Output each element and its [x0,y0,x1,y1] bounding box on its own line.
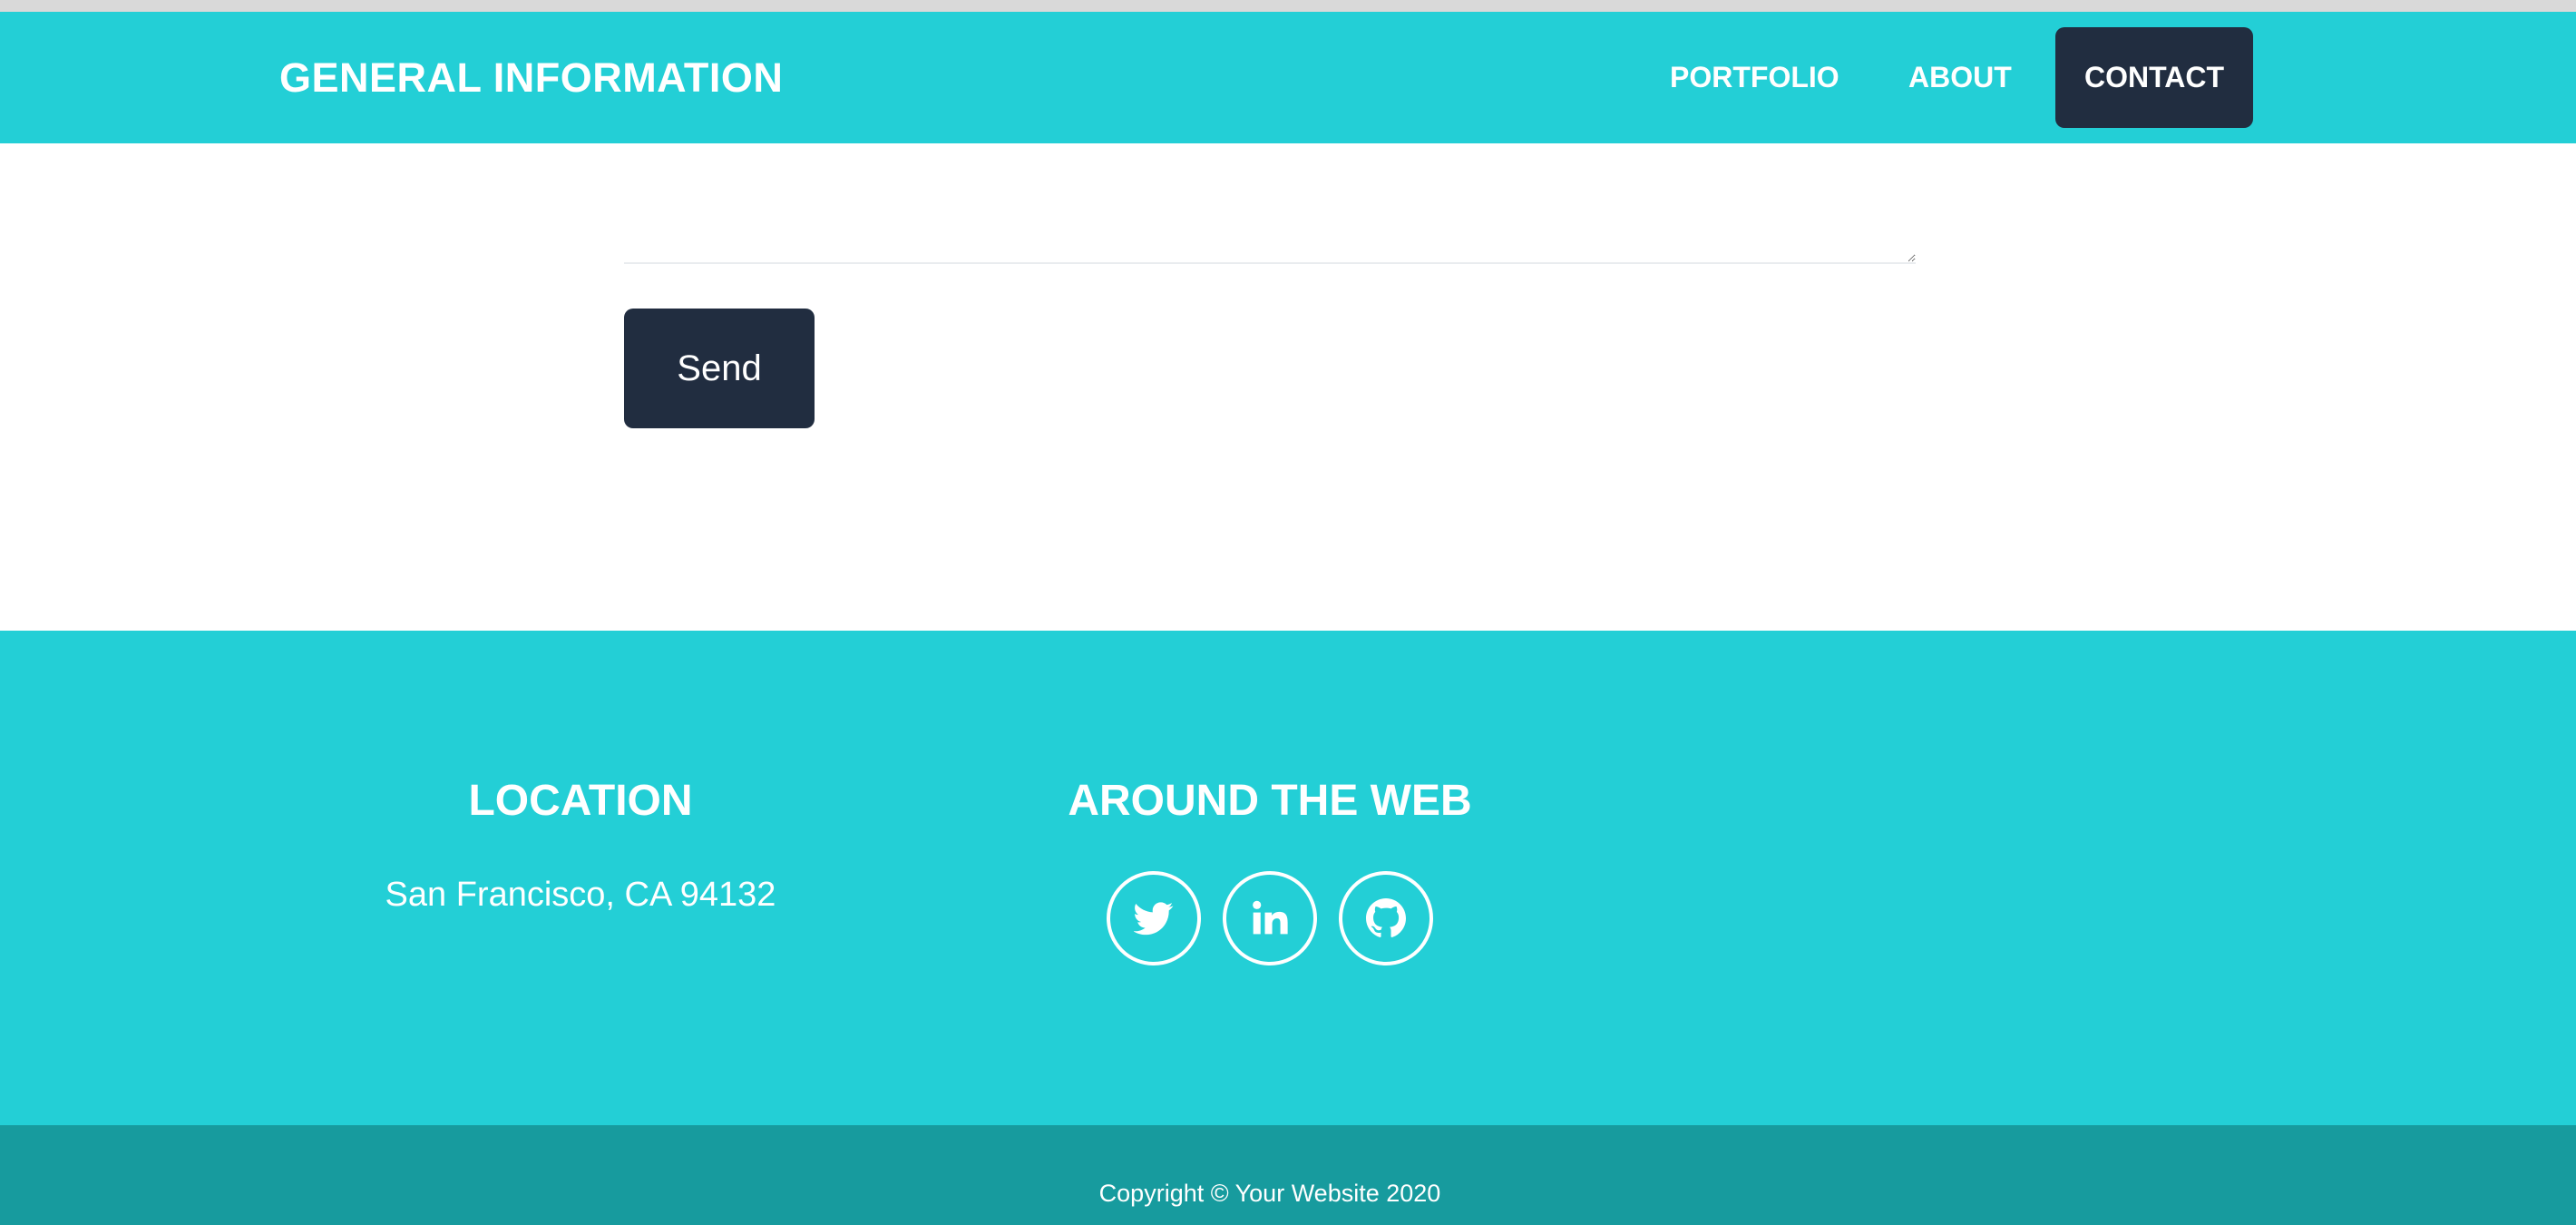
copyright-bar: Copyright © Your Website 2020 [0,1125,2576,1225]
message-field[interactable] [624,143,1916,264]
location-text: San Francisco, CA 94132 [385,876,776,914]
footer: LOCATION San Francisco, CA 94132 AROUND … [0,631,2576,1125]
twitter-button[interactable] [1107,871,1201,965]
send-button[interactable]: Send [624,309,815,428]
github-button[interactable] [1339,871,1433,965]
twitter-icon [1134,902,1174,936]
brand-link[interactable]: GENERAL INFORMATION [279,12,783,143]
copyright-text: Copyright © Your Website 2020 [1098,1180,1441,1207]
nav-link-contact[interactable]: CONTACT [2055,27,2253,128]
nav-link-about[interactable]: ABOUT [1908,12,2012,143]
linkedin-icon [1253,900,1288,935]
location-heading: LOCATION [468,777,693,825]
navbar: GENERAL INFORMATION PORTFOLIO ABOUT CONT… [0,12,2576,143]
linkedin-button[interactable] [1223,871,1317,965]
contact-form-section: Send [0,143,2576,631]
browser-top-strip [0,0,2576,12]
nav-link-portfolio[interactable]: PORTFOLIO [1670,12,1839,143]
around-the-web-heading: AROUND THE WEB [1068,777,1472,825]
github-icon [1366,898,1406,937]
